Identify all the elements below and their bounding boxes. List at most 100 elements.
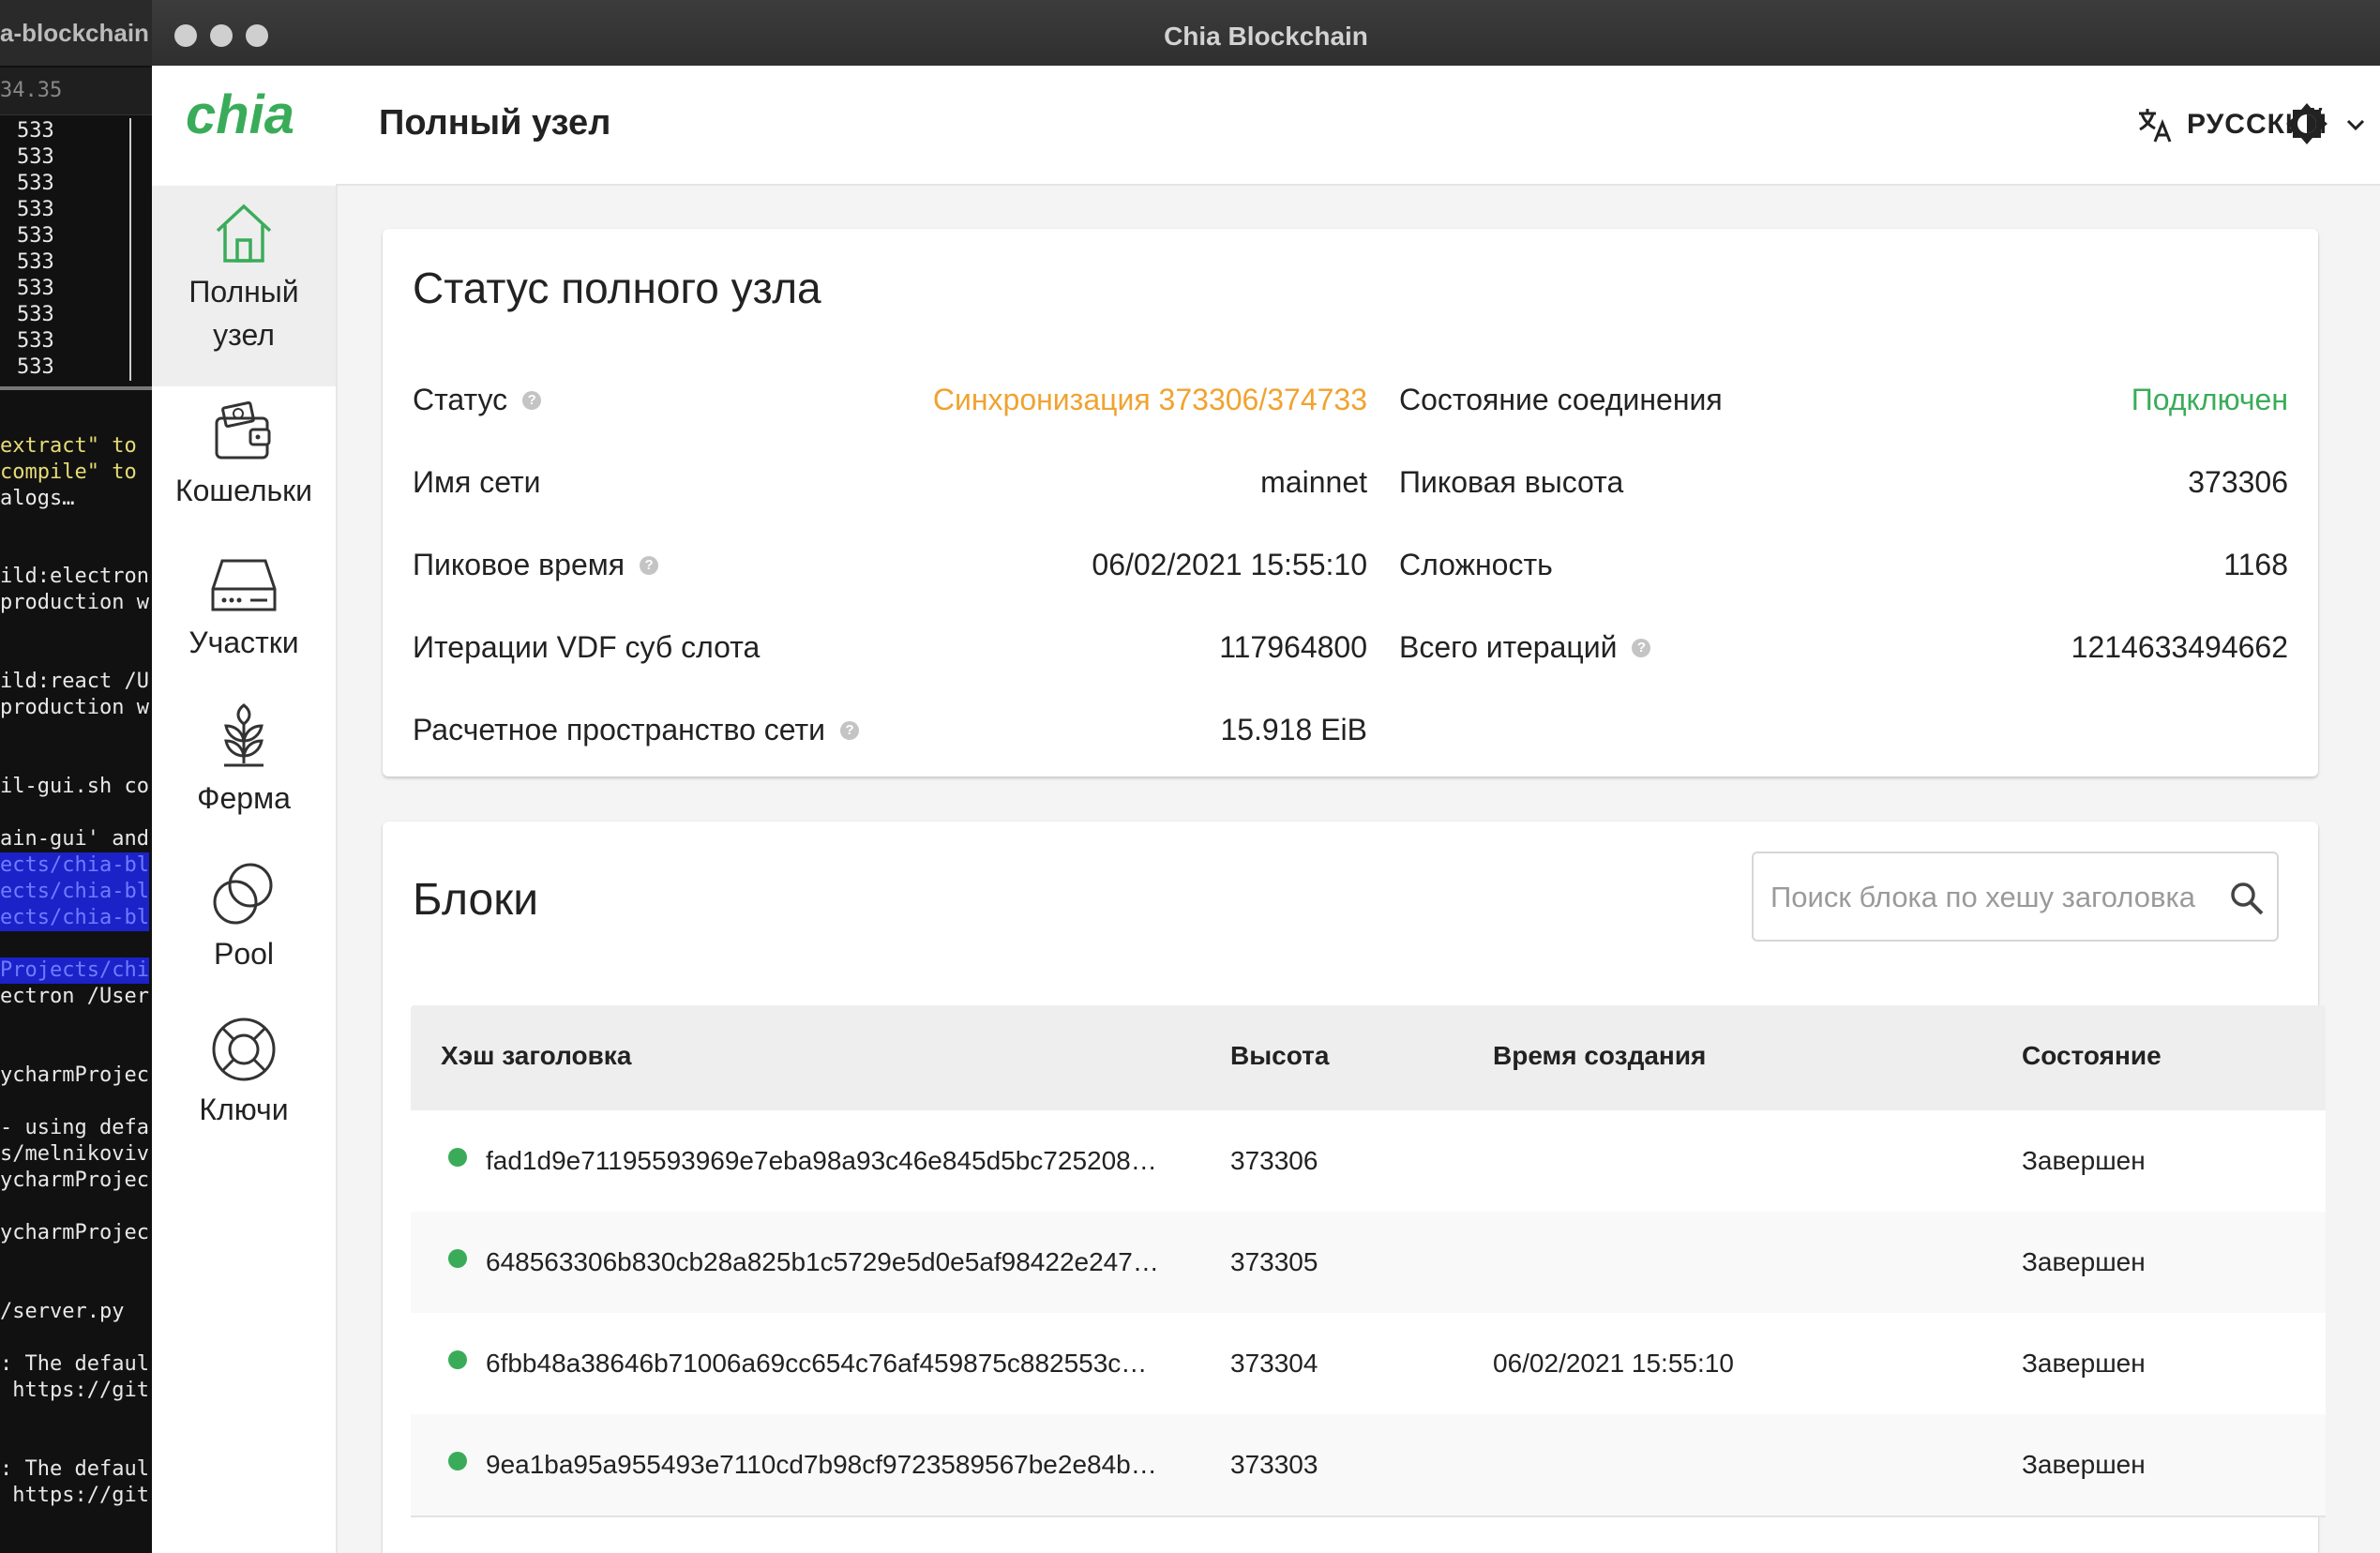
column-header-height[interactable]: Высота	[1230, 1041, 1329, 1071]
block-height: 373304	[1230, 1349, 1318, 1378]
translate-icon	[2139, 109, 2172, 143]
theme-toggle-button[interactable]	[2284, 101, 2329, 151]
status-value: 373306	[2188, 465, 2288, 499]
status-dot-icon	[448, 1452, 467, 1470]
block-state: Завершен	[2022, 1247, 2146, 1276]
pool-circles-icon	[213, 863, 273, 925]
terminal-line: 533	[17, 355, 54, 379]
block-state: Завершен	[2022, 1450, 2146, 1479]
status-label: Сложность	[1399, 548, 1553, 582]
table-row[interactable]: 6fbb48a38646b71006a69cc654c76af459875c88…	[411, 1313, 2326, 1416]
status-value: 1214633494662	[2071, 630, 2288, 664]
status-label-text: Расчетное пространство сети	[413, 713, 826, 746]
status-label: Состояние соединения	[1399, 383, 1723, 417]
help-icon[interactable]: ?	[522, 390, 542, 410]
app-window: Chia Blockchain chia Полный узел Кошельк…	[152, 0, 2380, 1553]
sidebar-item-label: Ключи	[199, 1093, 289, 1126]
logo-text: chia	[186, 90, 294, 141]
terminal-line: ild:react /U	[0, 670, 149, 693]
terminal-line: 533	[17, 145, 54, 169]
terminal-line: ycharmProjec	[0, 1063, 149, 1087]
status-label: Статус?	[413, 383, 542, 417]
terminal-line: production w	[0, 696, 149, 719]
block-hash: 6fbb48a38646b71006a69cc654c76af459875c88…	[486, 1349, 1148, 1378]
status-row: Пиковое время? 06/02/2021 15:55:10	[413, 548, 1367, 589]
sidebar-item-full-node[interactable]: Полный узел	[152, 186, 336, 386]
status-row: Расчетное пространство сети? 15.918 EiB	[413, 713, 1367, 754]
column-header-state[interactable]: Состояние	[2022, 1041, 2162, 1071]
status-row: Итерации VDF суб слота 117964800	[413, 630, 1367, 671]
sidebar-item-label: Кошельки	[174, 474, 313, 507]
plant-icon	[224, 703, 264, 767]
status-dot-icon	[448, 1148, 467, 1167]
terminal-divider	[129, 118, 131, 381]
hard-drive-icon	[211, 559, 277, 611]
terminal-line: ects/chia-bl	[0, 905, 149, 931]
status-label: Всего итераций?	[1399, 630, 1651, 665]
title-bar: Chia Blockchain	[152, 0, 2380, 67]
status-label-text: Итерации VDF суб слота	[413, 630, 761, 664]
status-value: 06/02/2021 15:55:10	[1092, 548, 1367, 581]
status-row: Сложность 1168	[1399, 548, 2288, 589]
terminal-line: alogs…	[0, 487, 75, 510]
status-value: Подключен	[2131, 383, 2288, 416]
help-icon[interactable]: ?	[840, 720, 860, 740]
terminal-line: 533	[17, 277, 54, 300]
help-icon[interactable]: ?	[1632, 638, 1651, 657]
column-header-time[interactable]: Время создания	[1493, 1041, 1706, 1071]
block-hash: 9ea1ba95a955493e7110cd7b98cf9723589567be…	[486, 1450, 1157, 1479]
status-card-title: Статус полного узла	[413, 264, 821, 312]
terminal-line: 533	[17, 119, 54, 143]
terminal-line: - using defa	[0, 1116, 149, 1139]
sidebar-item-plots[interactable]: Участки	[152, 551, 336, 664]
terminal-line: production w	[0, 591, 149, 614]
top-app-bar: Полный узел РУССКИЙ	[336, 66, 2380, 186]
terminal-line: 533	[17, 250, 54, 274]
table-row[interactable]: 648563306b830cb28a825b1c5729e5d0e5af9842…	[411, 1212, 2326, 1315]
table-row[interactable]: fad1d9e71195593969e7eba98a93c46e845d5bc7…	[411, 1110, 2326, 1214]
status-label-text: Всего итераций	[1399, 630, 1618, 664]
language-selector[interactable]: РУССКИЙ	[2136, 101, 2380, 148]
status-row: Имя сети mainnet	[413, 465, 1367, 506]
sidebar-item-wallets[interactable]: Кошельки	[152, 400, 336, 512]
status-dot-icon	[448, 1249, 467, 1268]
home-icon	[216, 204, 272, 263]
sidebar-item-keys[interactable]: Ключи	[152, 1015, 336, 1131]
status-row: Состояние соединения Подключен	[1399, 383, 2288, 424]
terminal-line: : The defaul	[0, 1457, 149, 1481]
status-value: 1168	[2223, 548, 2288, 581]
terminal-line: Projects/chi	[0, 957, 149, 984]
status-row: Всего итераций? 1214633494662	[1399, 630, 2288, 671]
page-title: Полный узел	[379, 103, 611, 143]
sidebar-item-pool[interactable]: Pool	[152, 859, 336, 975]
status-row: Статус? Синхронизация 373306/374733	[413, 383, 1367, 424]
block-height: 373303	[1230, 1450, 1318, 1479]
status-label: Пиковое время?	[413, 548, 659, 582]
column-header-hash[interactable]: Хэш заголовка	[441, 1041, 631, 1071]
status-label-text: Пиковое время	[413, 548, 625, 581]
block-search-field[interactable]	[1752, 852, 2279, 942]
status-value: 117964800	[1219, 630, 1367, 664]
sidebar: chia Полный узел Кошельки Участки Ферма …	[152, 66, 338, 1553]
status-row: Пиковая высота 373306	[1399, 465, 2288, 506]
status-label-text: Состояние соединения	[1399, 383, 1723, 416]
table-row[interactable]: 9ea1ba95a955493e7110cd7b98cf9723589567be…	[411, 1414, 2326, 1517]
terminal-line: ycharmProjec	[0, 1169, 149, 1192]
sidebar-item-farm[interactable]: Ферма	[152, 703, 336, 820]
terminal-line: 533	[17, 329, 54, 353]
full-node-status-card: Статус полного узла Статус? Синхронизация…	[383, 229, 2318, 776]
help-icon[interactable]: ?	[640, 555, 659, 575]
terminal-line: s/melnikoviv	[0, 1142, 149, 1166]
sidebar-item-label: Участки	[188, 626, 299, 659]
terminal-line: ain-gui' and	[0, 827, 149, 851]
terminal-line: : The defaul	[0, 1352, 149, 1376]
terminal-line: ycharmProjec	[0, 1221, 149, 1244]
block-height: 373306	[1230, 1146, 1318, 1175]
status-label-text: Пиковая высота	[1399, 465, 1624, 499]
table-header: Хэш заголовка Высота Время создания Сост…	[411, 1005, 2326, 1110]
block-hash: fad1d9e71195593969e7eba98a93c46e845d5bc7…	[486, 1146, 1157, 1175]
search-icon[interactable]	[2228, 880, 2266, 917]
lifebuoy-icon	[212, 1018, 276, 1081]
status-value: 15.918 EiB	[1220, 713, 1367, 746]
block-search-input[interactable]	[1769, 870, 2213, 925]
